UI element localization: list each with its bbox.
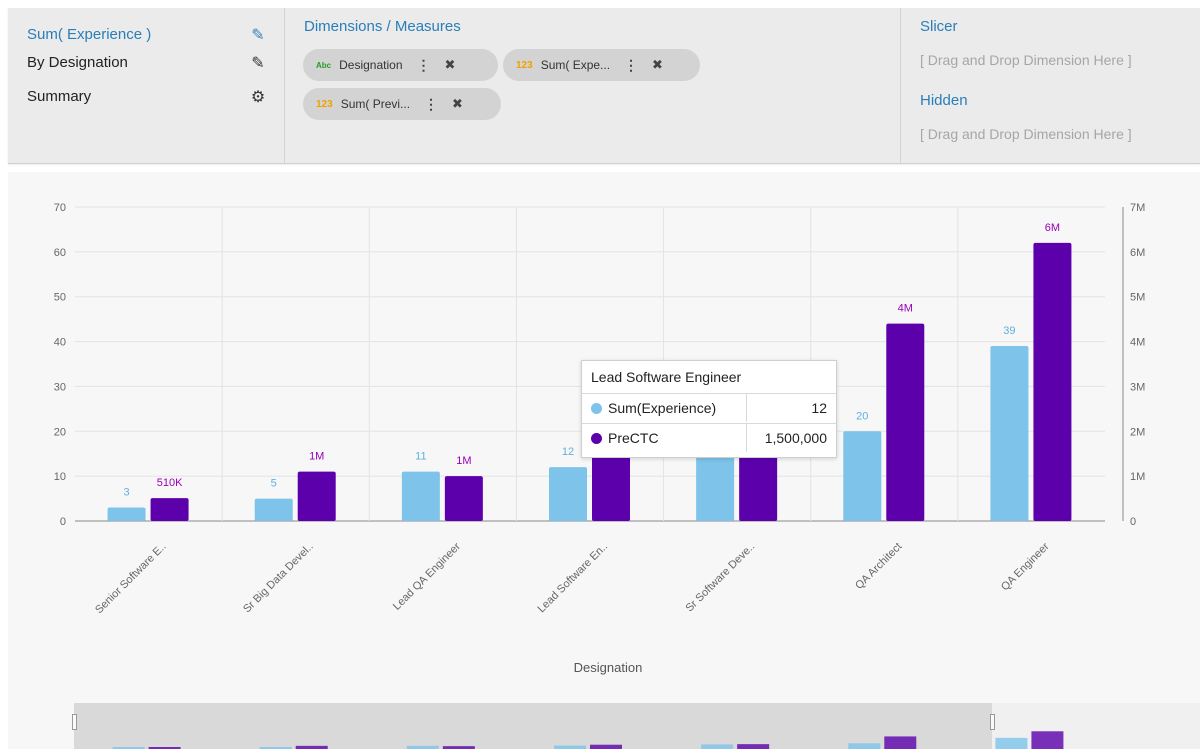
navigator-selection[interactable]	[74, 703, 992, 749]
x-tick-label: Sr Big Data Devel..	[241, 541, 316, 616]
bar-prectc	[150, 498, 189, 521]
y-tick-label-left: 40	[54, 337, 66, 349]
y-tick-label-right: 1M	[1130, 471, 1145, 483]
y-tick-label-left: 70	[54, 202, 66, 214]
y-tick-label-right: 6M	[1130, 247, 1145, 259]
data-label-prectc: 4M	[898, 303, 913, 315]
chart-tooltip: Lead Software Engineer Sum(Experience) 1…	[581, 360, 837, 458]
y-tick-label-right: 5M	[1130, 292, 1145, 304]
x-axis-title: Designation	[574, 660, 643, 675]
x-tick-label: QA Architect	[853, 541, 904, 592]
tooltip-series-name: Sum(Experience)	[608, 400, 717, 416]
tooltip-series-value: 1,500,000	[746, 424, 836, 452]
legend-dot	[591, 433, 602, 444]
data-label-experience: 39	[1003, 325, 1015, 337]
bar-prectc	[297, 471, 336, 521]
navigator-right-handle[interactable]	[990, 714, 995, 730]
x-tick-label: Sr Software Deve..	[683, 541, 757, 615]
y-tick-label-left: 0	[60, 516, 66, 528]
data-label-prectc: 510K	[157, 477, 183, 489]
x-tick-label: Senior Software E..	[93, 541, 169, 617]
tooltip-series-name: PreCTC	[608, 430, 659, 446]
x-tick-label: QA Engineer	[999, 540, 1052, 593]
y-tick-label-left: 20	[54, 426, 66, 438]
bar-prectc	[886, 323, 925, 521]
bar-experience	[401, 471, 440, 521]
bar-experience	[549, 467, 587, 521]
navigator-left-handle[interactable]	[72, 714, 77, 730]
bar-experience	[843, 431, 882, 521]
tooltip-series-value: 12	[746, 394, 836, 422]
y-tick-label-right: 2M	[1130, 426, 1145, 438]
legend-dot	[591, 403, 602, 414]
data-label-experience: 5	[271, 478, 277, 490]
bar-prectc	[1033, 242, 1072, 521]
y-tick-label-right: 4M	[1130, 337, 1145, 349]
data-label-prectc: 1M	[456, 455, 471, 467]
bar-experience	[107, 507, 146, 521]
tooltip-row-experience: Sum(Experience) 12	[582, 393, 836, 422]
x-tick-label: Lead Software En..	[535, 541, 610, 616]
y-tick-label-left: 10	[54, 471, 66, 483]
data-label-prectc: 1M	[309, 451, 324, 463]
y-tick-label-left: 30	[54, 381, 66, 393]
tooltip-title: Lead Software Engineer	[591, 369, 742, 385]
data-label-experience: 11	[415, 451, 426, 463]
tooltip-row-prectc: PreCTC 1,500,000	[582, 423, 836, 453]
bar-experience	[990, 346, 1029, 521]
bar-prectc	[592, 453, 630, 521]
bar-experience	[254, 498, 293, 521]
data-label-experience: 20	[856, 410, 868, 422]
y-tick-label-left: 60	[54, 247, 66, 259]
y-tick-label-left: 50	[54, 292, 66, 304]
data-label-experience: 3	[124, 487, 130, 499]
x-tick-label: Lead QA Engineer	[391, 540, 463, 612]
data-label-experience: 12	[562, 446, 574, 458]
bar-experience	[696, 449, 735, 521]
bar-prectc	[444, 476, 483, 521]
y-tick-label-right: 7M	[1130, 202, 1145, 214]
y-tick-label-right: 3M	[1130, 381, 1145, 393]
y-tick-label-right: 0	[1130, 516, 1136, 528]
data-label-prectc: 6M	[1045, 222, 1060, 234]
